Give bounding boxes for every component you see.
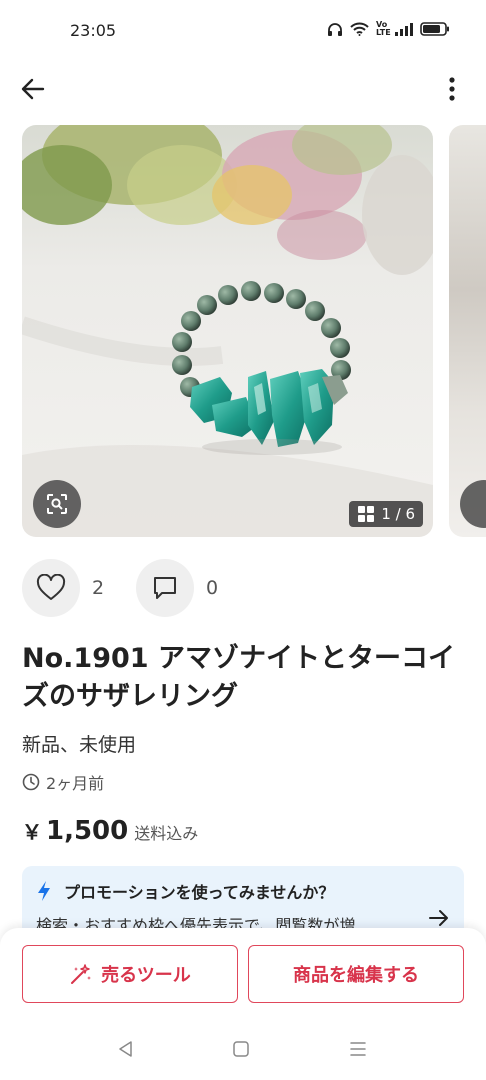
arrow-right-icon	[429, 910, 448, 926]
image-search-icon	[47, 494, 67, 514]
image-search-button[interactable]	[33, 480, 81, 528]
posted-time-text: 2ヶ月前	[46, 774, 105, 793]
signal-icon	[395, 22, 413, 36]
bottom-action-bar: 売るツール 商品を編集する	[0, 928, 486, 1028]
price-row: ￥ 1,500 送料込み	[22, 816, 198, 846]
status-time: 23:05	[70, 21, 117, 40]
promotion-heading: プロモーションを使ってみませんか？	[36, 879, 334, 903]
next-image-search-button[interactable]	[460, 480, 486, 528]
posted-time: 2ヶ月前	[22, 770, 104, 794]
sell-tools-button[interactable]: 売るツール	[22, 945, 238, 1003]
arrow-left-icon	[21, 78, 45, 100]
like-count: 2	[92, 577, 105, 599]
ring-photo-image	[22, 125, 433, 537]
comment-button[interactable]	[136, 559, 194, 617]
headphones-icon	[327, 22, 343, 37]
promotion-title: プロモーションを使ってみませんか？	[64, 883, 335, 902]
next-product-photo[interactable]	[449, 125, 486, 537]
menu-lines-icon	[350, 1042, 366, 1056]
more-options-button[interactable]	[438, 74, 466, 104]
app-header	[0, 66, 486, 110]
volte-icon: Vo LTE	[376, 20, 391, 37]
status-bar: 23:05 Vo LTE	[0, 0, 486, 60]
price-value: 1,500	[46, 816, 129, 846]
image-carousel[interactable]: 1 / 6	[0, 125, 486, 537]
back-button[interactable]	[18, 74, 48, 104]
nav-back-button[interactable]	[117, 1040, 135, 1062]
square-home-icon	[233, 1041, 249, 1057]
lightning-icon	[38, 881, 50, 901]
comment-icon	[154, 577, 176, 599]
product-photo[interactable]: 1 / 6	[22, 125, 433, 537]
like-button[interactable]	[22, 559, 80, 617]
triangle-back-icon	[119, 1041, 132, 1057]
nav-recents-button[interactable]	[349, 1040, 367, 1062]
grid-icon	[358, 506, 375, 522]
system-navigation-bar	[0, 1028, 486, 1080]
reactions-row: 2 0	[22, 558, 230, 618]
wifi-icon	[350, 22, 369, 36]
comment-count: 0	[206, 577, 219, 599]
edit-item-label: 商品を編集する	[293, 965, 419, 986]
status-icons: Vo LTE	[327, 21, 450, 37]
sell-tools-label: 売るツール	[101, 965, 191, 986]
magic-wand-icon	[71, 964, 92, 984]
nav-home-button[interactable]	[232, 1040, 250, 1062]
clock-icon	[22, 773, 40, 791]
image-counter-text: 1 / 6	[381, 505, 415, 523]
shipping-label: 送料込み	[134, 824, 199, 843]
item-title: No.1901 アマゾナイトとターコイズのサザレリング	[22, 643, 455, 712]
image-counter[interactable]: 1 / 6	[349, 501, 423, 527]
more-vertical-icon	[449, 77, 455, 101]
item-condition: 新品、未使用	[22, 734, 137, 756]
battery-icon	[420, 22, 450, 36]
price-currency: ￥	[22, 820, 42, 844]
edit-item-button[interactable]: 商品を編集する	[248, 945, 464, 1003]
heart-icon	[36, 574, 66, 600]
